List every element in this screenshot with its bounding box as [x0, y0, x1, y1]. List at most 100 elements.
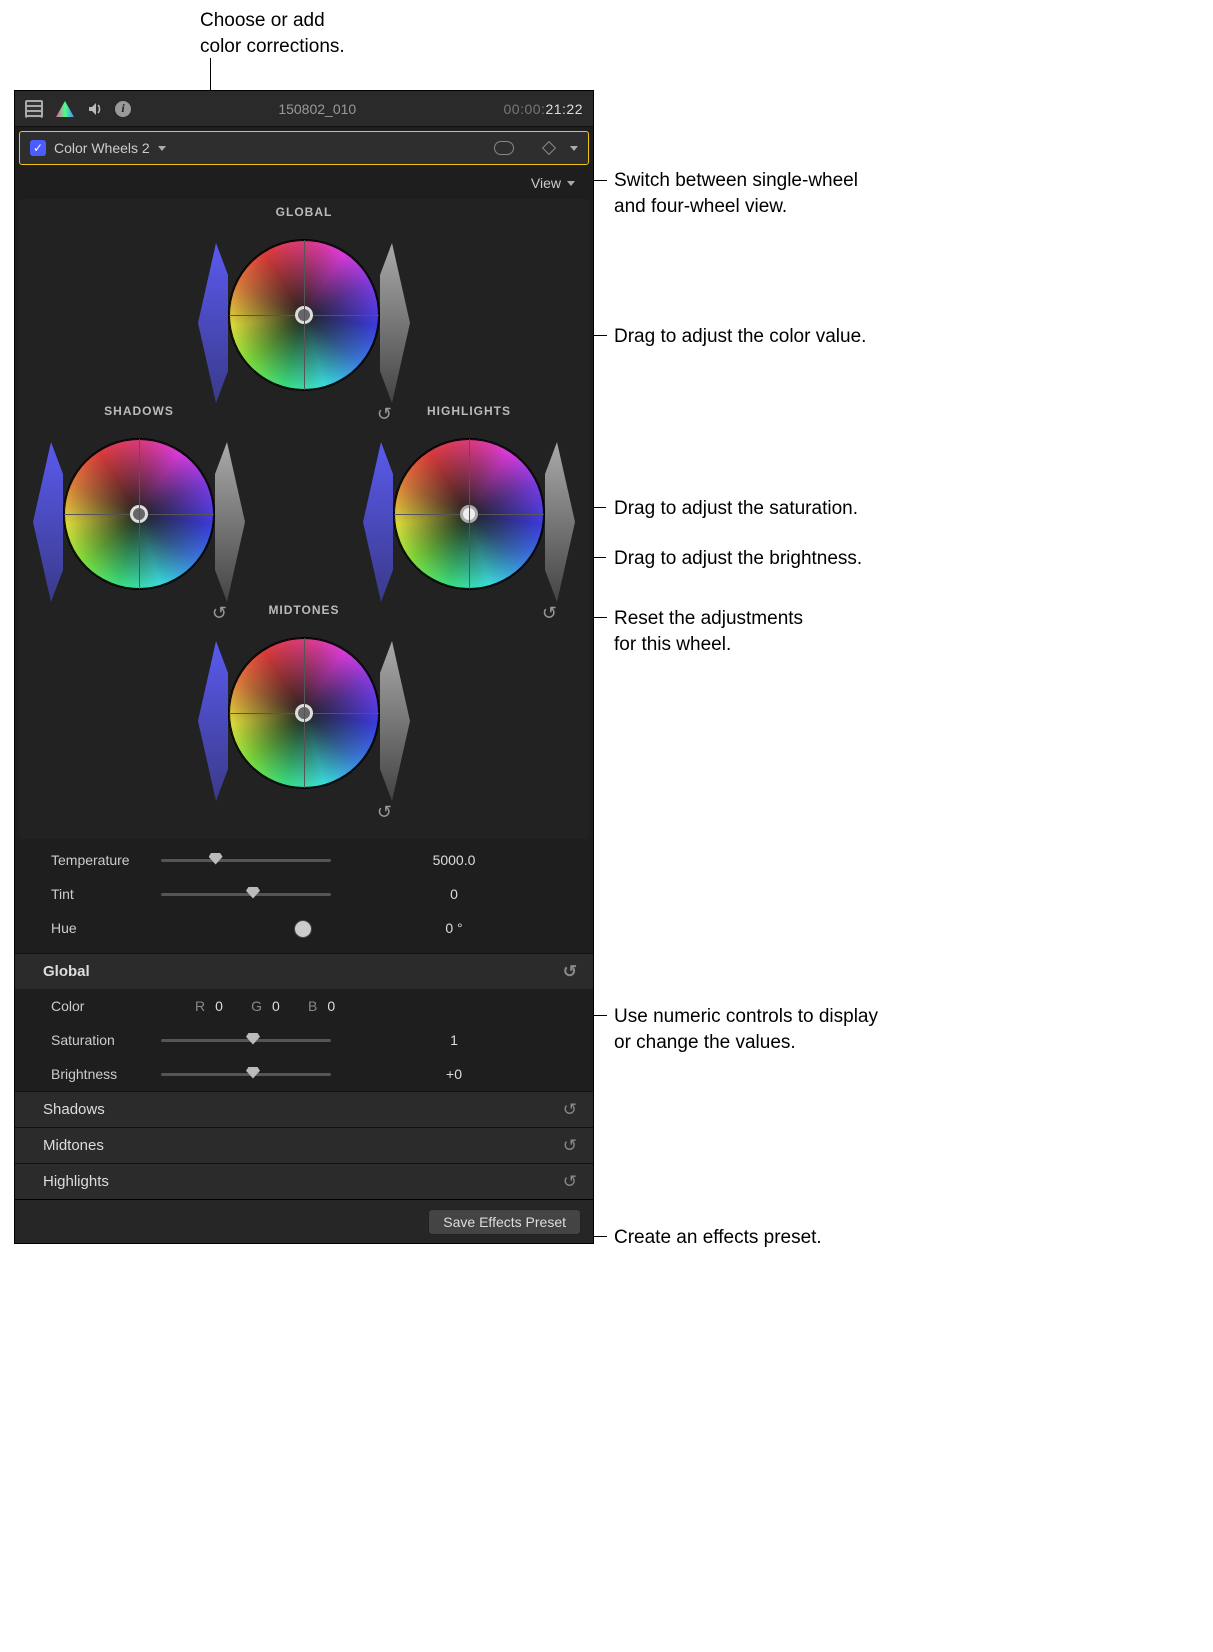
- temperature-row: Temperature 5000.0: [15, 843, 593, 877]
- section-label: Shadows: [43, 1101, 105, 1118]
- save-effects-preset-button[interactable]: Save Effects Preset: [428, 1209, 581, 1235]
- video-inspector-icon[interactable]: [25, 100, 43, 118]
- saturation-arc[interactable]: [198, 641, 228, 801]
- section-label: Global: [43, 963, 90, 980]
- brightness-arc[interactable]: [215, 442, 245, 602]
- r-value[interactable]: 0: [215, 998, 237, 1014]
- wheel-center-handle[interactable]: [130, 505, 148, 523]
- shadows-wheel[interactable]: ↺: [39, 424, 239, 624]
- callout-choose-corrections: Choose or add color corrections.: [200, 8, 345, 59]
- reset-icon[interactable]: ↺: [563, 1136, 577, 1156]
- inspector-footer: Save Effects Preset: [15, 1199, 593, 1243]
- color-wheel[interactable]: [229, 638, 379, 788]
- chevron-down-icon[interactable]: [570, 146, 578, 151]
- slider-knob[interactable]: [246, 887, 260, 899]
- temperature-value[interactable]: 5000.0: [331, 852, 577, 868]
- midtones-section-header[interactable]: Midtones ↺: [15, 1127, 593, 1163]
- global-section-header[interactable]: Global ↺: [15, 953, 593, 989]
- g-value[interactable]: 0: [272, 998, 294, 1014]
- hue-label: Hue: [51, 920, 161, 936]
- highlights-wheel[interactable]: ↺: [369, 424, 569, 624]
- shadows-wheel-block: SHADOWS ↺: [9, 404, 269, 624]
- saturation-slider[interactable]: [161, 1039, 331, 1042]
- shadows-section-header[interactable]: Shadows ↺: [15, 1091, 593, 1127]
- brightness-slider[interactable]: [161, 1073, 331, 1076]
- wheel-center-handle[interactable]: [295, 704, 313, 722]
- brightness-handle[interactable]: [575, 512, 589, 532]
- slider-knob[interactable]: [209, 853, 223, 865]
- brightness-handle[interactable]: [410, 313, 424, 333]
- tint-row: Tint 0: [15, 877, 593, 911]
- midtones-wheel[interactable]: ↺: [204, 623, 404, 823]
- correction-enable-checkbox[interactable]: ✓: [30, 140, 46, 156]
- saturation-handle[interactable]: [19, 512, 33, 532]
- highlights-section-header[interactable]: Highlights ↺: [15, 1163, 593, 1199]
- color-wheels-area: GLOBAL ↺ SHADOWS ↺ HIGHLIGHTS: [19, 199, 589, 839]
- callout-view: Switch between single-wheel and four-whe…: [614, 168, 858, 219]
- saturation-handle[interactable]: [349, 512, 363, 532]
- g-label: G: [251, 998, 262, 1014]
- view-menu[interactable]: View: [15, 169, 593, 195]
- reset-icon[interactable]: ↺: [377, 802, 392, 823]
- brightness-handle[interactable]: [245, 512, 259, 532]
- view-menu-label: View: [531, 175, 561, 191]
- global-wheel[interactable]: ↺: [204, 225, 404, 425]
- info-inspector-icon[interactable]: i: [115, 101, 131, 117]
- temperature-slider[interactable]: [161, 859, 331, 862]
- color-wheel[interactable]: [64, 439, 214, 589]
- clip-name: 150802_010: [143, 101, 492, 117]
- color-inspector-panel: i 150802_010 00:00:21:22 ✓ Color Wheels …: [14, 90, 594, 1244]
- tint-slider[interactable]: [161, 893, 331, 896]
- brightness-handle[interactable]: [410, 711, 424, 731]
- wheel-title-global: GLOBAL: [174, 205, 434, 219]
- tint-value[interactable]: 0: [331, 886, 577, 902]
- reset-icon[interactable]: ↺: [542, 603, 557, 624]
- correction-selector[interactable]: ✓ Color Wheels 2: [19, 131, 589, 165]
- wheel-center-handle[interactable]: [295, 306, 313, 324]
- callout-brightness: Drag to adjust the brightness.: [614, 546, 862, 572]
- mask-icon[interactable]: [494, 141, 514, 155]
- reset-icon[interactable]: ↺: [563, 1100, 577, 1120]
- brightness-value[interactable]: +0: [331, 1066, 577, 1082]
- r-label: R: [195, 998, 205, 1014]
- saturation-value[interactable]: 1: [331, 1032, 577, 1048]
- brightness-arc[interactable]: [380, 243, 410, 403]
- saturation-handle[interactable]: [184, 711, 198, 731]
- hue-row: Hue 0 °: [15, 911, 593, 945]
- color-rgb-row: Color R0 G0 B0: [15, 989, 593, 1023]
- hue-knob[interactable]: [294, 920, 312, 938]
- highlights-wheel-block: HIGHLIGHTS ↺: [339, 404, 599, 624]
- wheel-title-midtones: MIDTONES: [174, 603, 434, 617]
- saturation-arc[interactable]: [198, 243, 228, 403]
- b-label: B: [308, 998, 317, 1014]
- wheel-title-highlights: HIGHLIGHTS: [339, 404, 599, 418]
- audio-inspector-icon[interactable]: [87, 101, 103, 117]
- keyframe-icon[interactable]: [542, 141, 556, 155]
- chevron-down-icon: [567, 181, 575, 186]
- inspector-toolbar: i 150802_010 00:00:21:22: [15, 91, 593, 127]
- brightness-label: Brightness: [51, 1066, 161, 1082]
- brightness-arc[interactable]: [545, 442, 575, 602]
- section-label: Highlights: [43, 1173, 109, 1190]
- color-wheel[interactable]: [394, 439, 544, 589]
- wheel-center-handle[interactable]: [460, 505, 478, 523]
- chevron-down-icon[interactable]: [158, 146, 166, 151]
- reset-icon[interactable]: ↺: [563, 962, 577, 982]
- color-inspector-icon[interactable]: [55, 100, 75, 118]
- callout-numeric: Use numeric controls to display or chang…: [614, 1004, 878, 1055]
- hue-value[interactable]: 0 °: [331, 920, 577, 936]
- global-saturation-row: Saturation 1: [15, 1023, 593, 1057]
- saturation-handle[interactable]: [184, 313, 198, 333]
- midtones-wheel-block: MIDTONES ↺: [174, 603, 434, 823]
- callout-reset: Reset the adjustments for this wheel.: [614, 606, 803, 657]
- tint-label: Tint: [51, 886, 161, 902]
- slider-knob[interactable]: [246, 1033, 260, 1045]
- slider-knob[interactable]: [246, 1067, 260, 1079]
- b-value[interactable]: 0: [327, 998, 349, 1014]
- correction-name: Color Wheels 2: [54, 140, 150, 156]
- saturation-arc[interactable]: [33, 442, 63, 602]
- reset-icon[interactable]: ↺: [563, 1172, 577, 1192]
- brightness-arc[interactable]: [380, 641, 410, 801]
- color-wheel[interactable]: [229, 240, 379, 390]
- saturation-arc[interactable]: [363, 442, 393, 602]
